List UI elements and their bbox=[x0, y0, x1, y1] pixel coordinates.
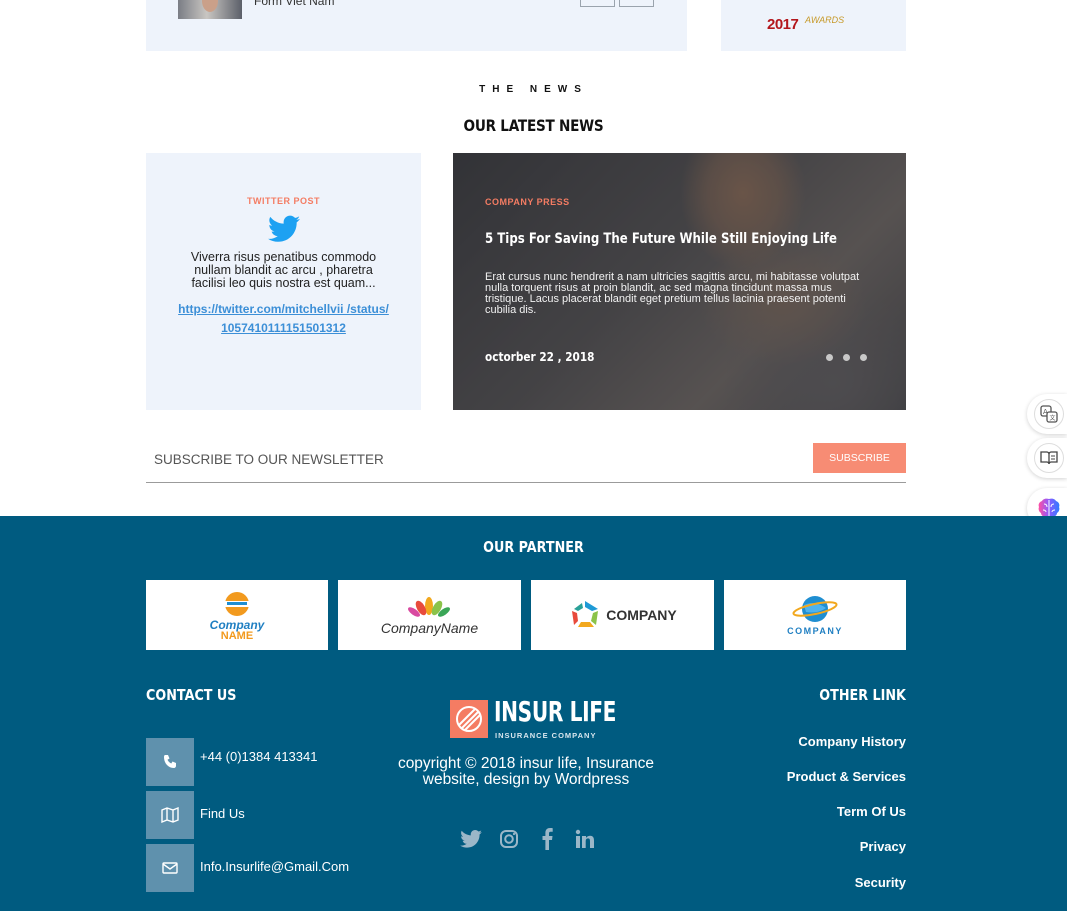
post-link-line2: 1057410111151501312 bbox=[221, 321, 346, 335]
partner-logo-2[interactable]: CompanyName bbox=[338, 580, 521, 650]
carousel-dot[interactable] bbox=[843, 354, 850, 361]
link-privacy[interactable]: Privacy bbox=[860, 839, 906, 854]
book-icon bbox=[1034, 443, 1064, 473]
partner-name: COMPANY bbox=[606, 607, 677, 623]
contact-find-us: Find Us bbox=[200, 805, 245, 821]
next-button[interactable] bbox=[619, 0, 654, 7]
translate-icon: A文 bbox=[1034, 399, 1064, 429]
svg-text:文: 文 bbox=[1050, 414, 1056, 422]
partner-name: CompanyName bbox=[380, 620, 479, 636]
translate-widget-button[interactable]: A文 bbox=[1027, 394, 1067, 434]
contact-phone: +44 (0)1384 413341 bbox=[200, 748, 318, 764]
link-product-services[interactable]: Product & Services bbox=[787, 769, 906, 784]
partner-logo-3[interactable]: COMPANY bbox=[531, 580, 714, 650]
brand-name: INSUR LIFE bbox=[494, 695, 617, 728]
newsletter-email-input[interactable] bbox=[146, 445, 746, 473]
contact-title: CONTACT US bbox=[146, 686, 237, 704]
carousel-dot[interactable] bbox=[860, 354, 867, 361]
contact-email-row[interactable]: Info.Insurlife@Gmail.Com bbox=[146, 844, 349, 892]
twitter-icon[interactable] bbox=[460, 828, 482, 850]
svg-text:A: A bbox=[1043, 408, 1048, 416]
social-links bbox=[460, 828, 596, 850]
partner-name: COMPANY bbox=[787, 626, 843, 636]
map-icon bbox=[146, 791, 194, 839]
post-link-line1: https://twitter.com/mitchellvii /status/ bbox=[178, 302, 389, 316]
testimonial-author: Form Viet Nam bbox=[254, 0, 335, 8]
instagram-icon[interactable] bbox=[498, 828, 520, 850]
other-links-title: OTHER LINK bbox=[819, 686, 906, 704]
post-link[interactable]: https://twitter.com/mitchellvii /status/… bbox=[174, 300, 394, 338]
brand-tagline: INSURANCE COMPANY bbox=[495, 731, 597, 740]
prev-button[interactable] bbox=[580, 0, 615, 7]
linkedin-icon[interactable] bbox=[574, 828, 596, 850]
link-company-history[interactable]: Company History bbox=[798, 734, 906, 749]
partner-logo-4[interactable]: COMPANY bbox=[724, 580, 906, 650]
partner-logo-1[interactable]: Company NAME bbox=[146, 580, 328, 650]
contact-email: Info.Insurlife@Gmail.Com bbox=[200, 858, 350, 874]
site-footer: OUR PARTNER Company NAME CompanyName COM… bbox=[0, 516, 1067, 911]
facebook-icon[interactable] bbox=[536, 828, 558, 850]
phone-icon bbox=[146, 738, 194, 786]
testimonial-card: Form Viet Nam bbox=[146, 0, 687, 51]
input-underline bbox=[146, 482, 906, 483]
award-label: AWARDS bbox=[805, 15, 845, 25]
copyright-text: copyright © 2018 insur life, Insurance w… bbox=[397, 755, 655, 788]
partner-name-sub: NAME bbox=[220, 630, 254, 642]
partner-logo-mark bbox=[792, 596, 838, 622]
award-card: 2017 AWARDS bbox=[721, 0, 906, 51]
post-title[interactable]: 5 Tips For Saving The Future While Still… bbox=[485, 231, 837, 247]
envelope-icon bbox=[146, 844, 194, 892]
twitter-post-card: TWITTER POST Viverra risus penatibus com… bbox=[146, 153, 421, 410]
section-title: OUR LATEST NEWS bbox=[463, 116, 604, 135]
award-year: 2017 bbox=[767, 16, 799, 33]
section-eyebrow: THE NEWS bbox=[479, 84, 588, 95]
brand-logo-mark bbox=[450, 700, 488, 738]
link-security[interactable]: Security bbox=[855, 875, 906, 890]
carousel-dots bbox=[826, 354, 867, 361]
post-tag: COMPANY PRESS bbox=[485, 197, 570, 207]
post-date: octorber 22 , 2018 bbox=[485, 349, 595, 364]
contact-address-row[interactable]: Find Us bbox=[146, 791, 245, 839]
post-excerpt: Erat cursus nunc hendrerit a nam ultrici… bbox=[485, 271, 860, 316]
featured-news-card[interactable]: COMPANY PRESS 5 Tips For Saving The Futu… bbox=[453, 153, 906, 410]
avatar bbox=[178, 0, 242, 19]
reader-widget-button[interactable] bbox=[1027, 438, 1067, 478]
partner-logo-mark bbox=[572, 601, 599, 627]
contact-phone-row[interactable]: +44 (0)1384 413341 bbox=[146, 738, 317, 786]
carousel-dot[interactable] bbox=[826, 354, 833, 361]
subscribe-button[interactable]: SUBSCRIBE bbox=[813, 443, 906, 473]
post-text: Viverra risus penatibus commodo nullam b… bbox=[190, 250, 377, 290]
post-tag: TWITTER POST bbox=[247, 196, 320, 206]
partner-title: OUR PARTNER bbox=[483, 538, 584, 556]
twitter-icon bbox=[267, 215, 300, 242]
link-terms[interactable]: Term Of Us bbox=[837, 804, 906, 819]
